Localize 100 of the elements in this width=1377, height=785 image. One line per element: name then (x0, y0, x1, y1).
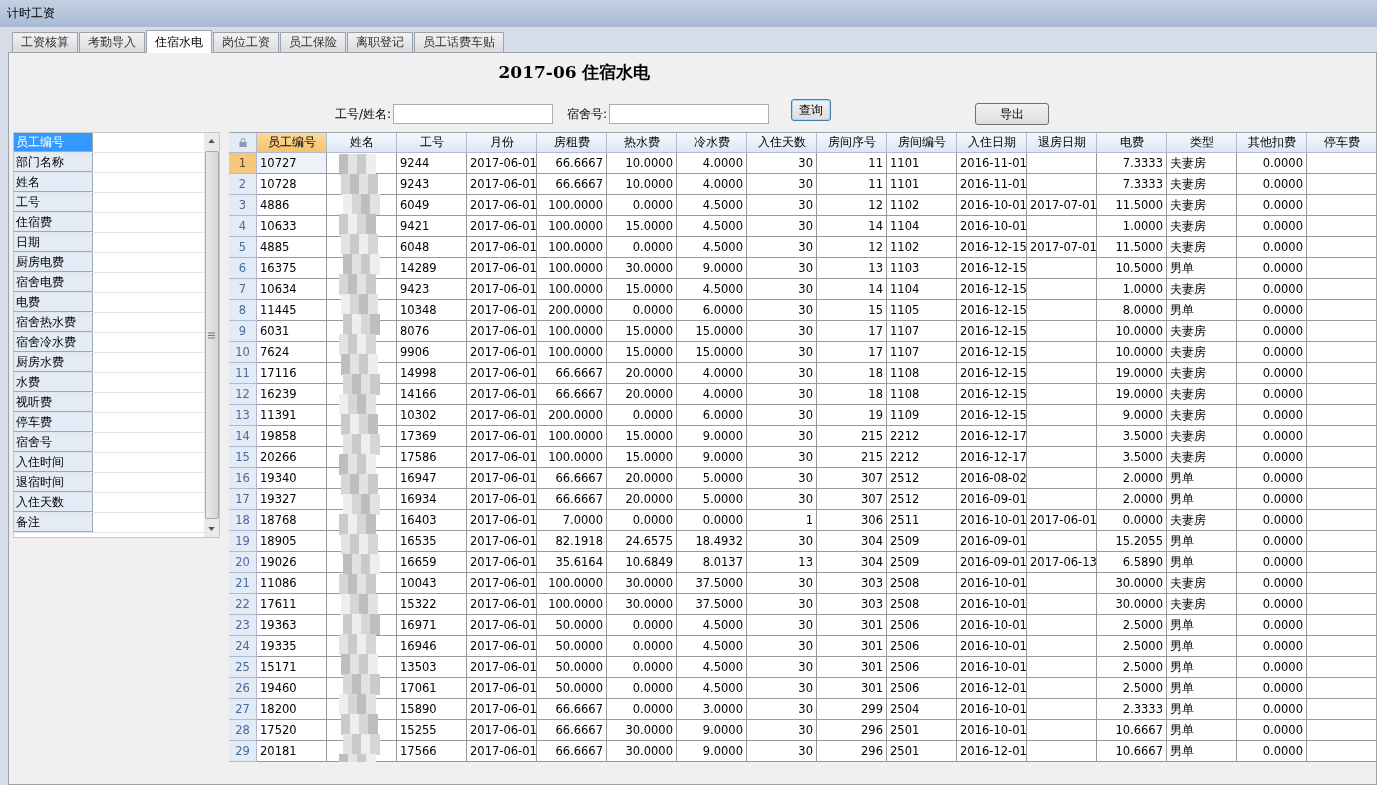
column-header[interactable]: 月份 (467, 133, 537, 153)
table-cell: 4.0000 (677, 363, 747, 384)
tab[interactable]: 离职登记 (347, 32, 413, 52)
field-name[interactable]: 宿舍号 (14, 433, 93, 452)
row-number[interactable]: 1 (229, 153, 257, 174)
field-name[interactable]: 备注 (14, 513, 93, 532)
row-number[interactable]: 13 (229, 405, 257, 426)
table-cell: 0.0000 (1237, 279, 1307, 300)
field-name[interactable]: 电费 (14, 293, 93, 312)
field-name[interactable]: 视听费 (14, 393, 93, 412)
table-cell: 306 (817, 510, 887, 531)
row-number[interactable]: 11 (229, 363, 257, 384)
field-name[interactable]: 厨房电费 (14, 253, 93, 272)
table-cell: 9.0000 (677, 720, 747, 741)
field-name[interactable]: 停车费 (14, 413, 93, 432)
scroll-up-icon[interactable] (208, 139, 215, 143)
row-number[interactable]: 27 (229, 699, 257, 720)
table-cell: 30 (747, 615, 817, 636)
column-header[interactable]: 冷水费 (677, 133, 747, 153)
table-cell: 15.0000 (677, 342, 747, 363)
column-header[interactable]: 入住日期 (957, 133, 1027, 153)
field-name[interactable]: 入住天数 (14, 493, 93, 512)
table-cell: 14 (817, 216, 887, 237)
row-number[interactable]: 25 (229, 657, 257, 678)
tab[interactable]: 岗位工资 (213, 32, 279, 52)
field-name[interactable]: 宿舍冷水费 (14, 333, 93, 352)
table-cell: 215 (817, 447, 887, 468)
column-header[interactable]: 姓名 (327, 133, 397, 153)
table-cell: 2212 (887, 426, 957, 447)
column-header[interactable]: 房租费 (537, 133, 607, 153)
table-cell: 男单 (1167, 720, 1237, 741)
table-cell: 301 (817, 636, 887, 657)
table-cell: 2016-12-01 (957, 741, 1027, 762)
table-cell: 0.0000 (1237, 657, 1307, 678)
tab[interactable]: 员工话费车贴 (414, 32, 504, 52)
row-number[interactable]: 28 (229, 720, 257, 741)
field-name[interactable]: 部门名称 (14, 153, 93, 172)
input-field[interactable] (393, 104, 554, 124)
table-cell (1027, 636, 1097, 657)
row-number[interactable]: 12 (229, 384, 257, 405)
tab[interactable]: 员工保险 (280, 32, 346, 52)
column-header[interactable]: 入住天数 (747, 133, 817, 153)
column-header[interactable]: 类型 (1167, 133, 1237, 153)
table-cell: 2017-06-01 (467, 720, 537, 741)
field-name[interactable]: 宿舍电费 (14, 273, 93, 292)
tab[interactable]: 工资核算 (12, 32, 78, 52)
row-number[interactable]: 8 (229, 300, 257, 321)
row-number[interactable]: 21 (229, 573, 257, 594)
row-number[interactable]: 26 (229, 678, 257, 699)
column-header[interactable]: 退房日期 (1027, 133, 1097, 153)
row-number[interactable]: 19 (229, 531, 257, 552)
row-number[interactable]: 7 (229, 279, 257, 300)
tab[interactable]: 考勤导入 (79, 32, 145, 52)
column-header[interactable]: 房间序号 (817, 133, 887, 153)
table-cell: 10727 (257, 153, 327, 174)
row-number[interactable]: 2 (229, 174, 257, 195)
field-name[interactable]: 日期 (14, 233, 93, 252)
column-header[interactable]: 热水费 (607, 133, 677, 153)
row-number[interactable]: 14 (229, 426, 257, 447)
column-header[interactable]: 其他扣费 (1237, 133, 1307, 153)
row-number[interactable]: 9 (229, 321, 257, 342)
export-button[interactable]: 导出 (975, 103, 1050, 125)
row-number[interactable]: 24 (229, 636, 257, 657)
column-header[interactable]: 房间编号 (887, 133, 957, 153)
table-cell: 4.0000 (677, 153, 747, 174)
field-name[interactable]: 宿舍热水费 (14, 313, 93, 332)
scroll-down-icon[interactable] (208, 527, 215, 531)
row-number[interactable]: 15 (229, 447, 257, 468)
row-number[interactable]: 29 (229, 741, 257, 762)
field-name[interactable]: 姓名 (14, 173, 93, 192)
row-number[interactable]: 18 (229, 510, 257, 531)
column-header[interactable]: 员工编号 (257, 133, 327, 153)
corner-cell[interactable] (229, 133, 257, 153)
query-button[interactable]: 查询 (791, 99, 832, 121)
field-name[interactable]: 水费 (14, 373, 93, 392)
row-number[interactable]: 3 (229, 195, 257, 216)
row-number[interactable]: 10 (229, 342, 257, 363)
field-name[interactable]: 厨房水费 (14, 353, 93, 372)
field-name[interactable]: 工号 (14, 193, 93, 212)
field-name[interactable]: 住宿费 (14, 213, 93, 232)
row-number[interactable]: 20 (229, 552, 257, 573)
row-number[interactable]: 23 (229, 615, 257, 636)
table-cell: 66.6667 (537, 489, 607, 510)
column-header[interactable]: 停车费 (1307, 133, 1376, 153)
row-number[interactable]: 5 (229, 237, 257, 258)
table-cell: 15.0000 (607, 321, 677, 342)
row-number[interactable]: 17 (229, 489, 257, 510)
column-header[interactable]: 电费 (1097, 133, 1167, 153)
row-number[interactable]: 22 (229, 594, 257, 615)
field-name[interactable]: 入住时间 (14, 453, 93, 472)
table-cell: 2.5000 (1097, 657, 1167, 678)
row-number[interactable]: 6 (229, 258, 257, 279)
field-name[interactable]: 退宿时间 (14, 473, 93, 492)
table-cell: 0.0000 (1237, 426, 1307, 447)
row-number[interactable]: 4 (229, 216, 257, 237)
input-field[interactable] (609, 104, 770, 124)
tab[interactable]: 住宿水电 (146, 30, 212, 53)
row-number[interactable]: 16 (229, 468, 257, 489)
table-cell: 50.0000 (537, 678, 607, 699)
column-header[interactable]: 工号 (397, 133, 467, 153)
